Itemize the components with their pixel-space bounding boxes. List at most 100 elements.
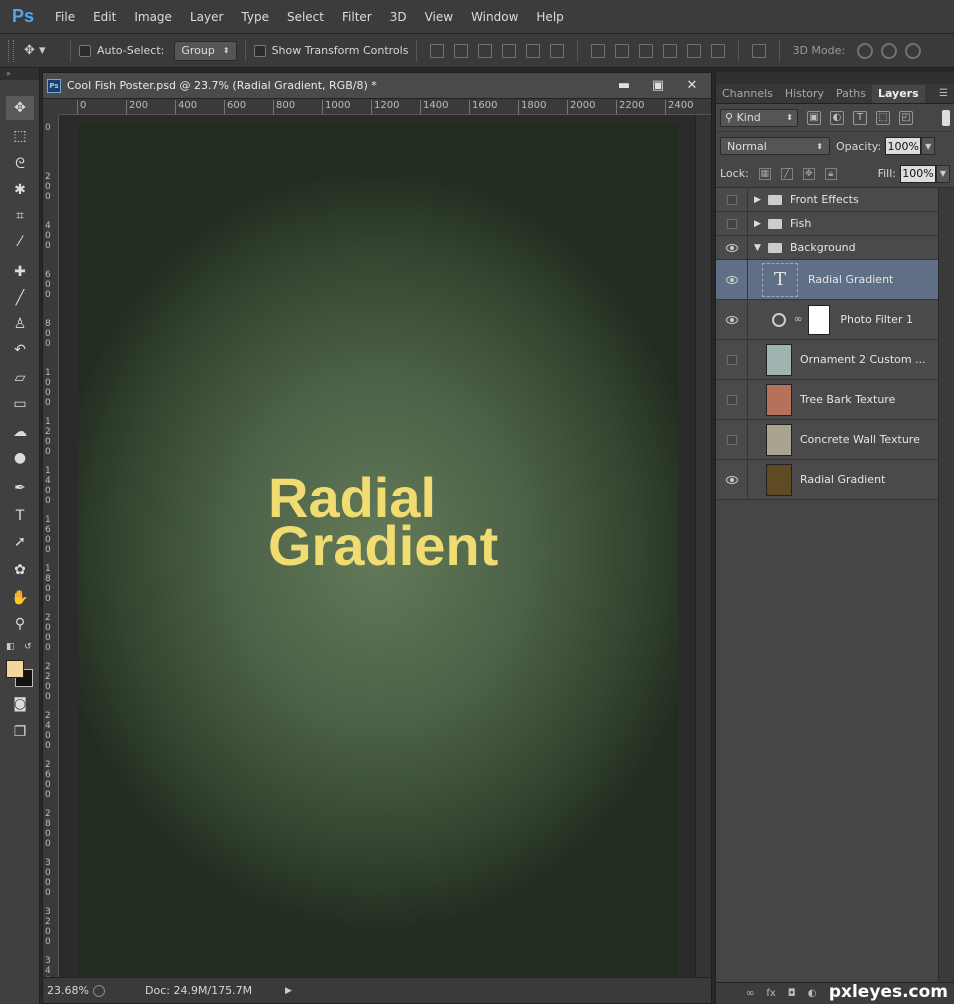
layers-scrollbar[interactable] <box>938 188 954 984</box>
status-menu-arrow-icon[interactable]: ▶ <box>285 986 292 996</box>
align-right-icon[interactable] <box>550 43 565 58</box>
vertical-scrollbar[interactable] <box>695 115 711 979</box>
hand-tool-icon[interactable]: ✋ <box>6 586 34 610</box>
distribute-right-icon[interactable] <box>711 43 726 58</box>
canvas-area[interactable]: Radial Gradient <box>60 116 694 978</box>
layer-background-group[interactable]: ▼ Background <box>716 236 939 260</box>
expand-arrow-icon[interactable]: ▶ <box>754 195 764 205</box>
visibility-toggle[interactable] <box>716 380 748 419</box>
default-colors-icon[interactable]: ◧ <box>6 642 15 652</box>
visibility-toggle[interactable] <box>716 260 748 299</box>
minimize-button[interactable]: ▬ <box>609 76 639 96</box>
menu-view[interactable]: View <box>416 0 462 34</box>
visibility-toggle[interactable] <box>716 460 748 499</box>
menu-filter[interactable]: Filter <box>333 0 381 34</box>
distribute-top-icon[interactable] <box>591 43 606 58</box>
3d-rotate-icon[interactable] <box>857 42 874 59</box>
zoom-tool-icon[interactable]: ⚲ <box>6 612 34 636</box>
filter-shape-icon[interactable]: ⬚ <box>876 110 890 125</box>
artboard-radial-gradient[interactable]: Radial Gradient <box>78 124 678 976</box>
new-adjustment-icon[interactable]: ◐ <box>808 988 817 999</box>
layer-photo-filter[interactable]: ∞ Photo Filter 1 <box>716 300 939 340</box>
link-chain-icon[interactable]: ∞ <box>794 314 802 325</box>
align-bottom-icon[interactable] <box>478 43 493 58</box>
align-top-icon[interactable] <box>430 43 445 58</box>
panel-dock-header[interactable] <box>716 72 954 84</box>
clone-stamp-tool-icon[interactable]: ♙ <box>6 312 34 336</box>
fill-slider-arrow[interactable]: ▼ <box>936 164 950 183</box>
filter-toggle[interactable] <box>942 109 950 126</box>
tab-paths[interactable]: Paths <box>830 85 872 103</box>
menu-file[interactable]: File <box>46 0 84 34</box>
distribute-bottom-icon[interactable] <box>639 43 654 58</box>
align-hcenter-icon[interactable] <box>526 43 541 58</box>
visibility-toggle[interactable] <box>716 340 748 379</box>
blend-mode-dropdown[interactable]: Normal ⬍ <box>720 137 830 155</box>
filter-smart-object-icon[interactable]: ◰ <box>899 110 913 125</box>
visibility-toggle[interactable] <box>716 212 748 235</box>
menu-help[interactable]: Help <box>527 0 572 34</box>
opacity-input[interactable]: 100% <box>885 137 922 155</box>
lock-pixels-icon[interactable]: ╱ <box>780 167 793 180</box>
eraser-tool-icon[interactable]: ▱ <box>6 366 34 390</box>
menu-type[interactable]: Type <box>232 0 278 34</box>
tools-panel-header[interactable]: » <box>0 68 39 80</box>
layer-tree-bark[interactable]: Tree Bark Texture <box>716 380 939 420</box>
screen-mode-icon[interactable]: ❐ <box>6 720 34 744</box>
opacity-slider-arrow[interactable]: ▼ <box>921 137 936 155</box>
dodge-tool-icon[interactable]: ● <box>6 446 34 470</box>
show-transform-checkbox[interactable] <box>253 44 266 57</box>
pen-tool-icon[interactable]: ✒ <box>6 476 34 500</box>
healing-brush-tool-icon[interactable]: ✚ <box>6 260 34 284</box>
visibility-toggle[interactable] <box>716 420 748 459</box>
layer-front-effects[interactable]: ▶ Front Effects <box>716 188 939 212</box>
add-mask-icon[interactable]: ◘ <box>788 988 796 999</box>
distribute-vcenter-icon[interactable] <box>615 43 630 58</box>
expand-arrow-icon[interactable]: ▶ <box>754 219 764 229</box>
tab-layers[interactable]: Layers <box>871 85 925 103</box>
layer-concrete-wall[interactable]: Concrete Wall Texture <box>716 420 939 460</box>
align-vcenter-icon[interactable] <box>454 43 469 58</box>
document-tab[interactable]: Ps Cool Fish Poster.psd @ 23.7% (Radial … <box>43 73 711 99</box>
gradient-tool-icon[interactable]: ▭ <box>6 392 34 416</box>
maximize-button[interactable]: ▣ <box>643 76 673 96</box>
layer-fish[interactable]: ▶ Fish <box>716 212 939 236</box>
crop-tool-icon[interactable]: ⌗ <box>6 204 34 228</box>
tab-channels[interactable]: Channels <box>716 85 779 103</box>
layer-radial-gradient-text[interactable]: T Radial Gradient <box>716 260 939 300</box>
auto-select-dropdown[interactable]: Group ⬍ <box>174 40 237 61</box>
lock-transparent-icon[interactable]: ▦ <box>758 167 771 180</box>
kind-filter-dropdown[interactable]: ⚲ Kind ⬍ <box>720 108 798 127</box>
filter-adjustment-icon[interactable]: ◐ <box>830 110 844 125</box>
link-layers-icon[interactable]: ∞ <box>746 988 754 999</box>
ruler-origin[interactable] <box>43 99 59 115</box>
blur-tool-icon[interactable]: ☁ <box>6 420 34 444</box>
menu-3d[interactable]: 3D <box>381 0 416 34</box>
visibility-toggle[interactable] <box>716 236 748 259</box>
filter-type-icon[interactable]: T <box>853 110 867 125</box>
close-button[interactable]: ✕ <box>677 76 707 96</box>
ruler-vertical[interactable]: 0 200 400 600 800 1000 1200 1400 1600 1800 2000 220… <box>43 115 59 993</box>
shape-tool-icon[interactable]: ✿ <box>6 558 34 582</box>
lock-position-icon[interactable]: ✥ <box>802 167 815 180</box>
distribute-left-icon[interactable] <box>663 43 678 58</box>
layer-radial-gradient[interactable]: Radial Gradient <box>716 460 939 500</box>
menu-edit[interactable]: Edit <box>84 0 125 34</box>
lock-all-icon[interactable]: 🔒︎ <box>824 167 837 180</box>
foreground-color-swatch[interactable] <box>6 660 24 678</box>
zoom-level[interactable]: 23.68% <box>43 984 93 997</box>
layer-style-icon[interactable]: fx <box>766 988 775 999</box>
magic-wand-tool-icon[interactable]: ✱ <box>6 178 34 202</box>
distribute-hcenter-icon[interactable] <box>687 43 702 58</box>
menu-window[interactable]: Window <box>462 0 527 34</box>
marquee-tool-icon[interactable]: ⬚ <box>6 124 34 148</box>
swap-colors-icon[interactable]: ↺ <box>24 642 32 652</box>
layer-mask-thumbnail[interactable] <box>808 304 831 335</box>
eyedropper-tool-icon[interactable]: ⁄ <box>6 230 34 254</box>
path-selection-tool-icon[interactable]: ➚ <box>6 530 34 554</box>
align-left-icon[interactable] <box>502 43 517 58</box>
auto-select-checkbox[interactable] <box>79 44 91 57</box>
quick-mask-icon[interactable]: ◙ <box>6 692 34 716</box>
auto-align-icon[interactable] <box>752 43 767 58</box>
menu-select[interactable]: Select <box>278 0 333 34</box>
